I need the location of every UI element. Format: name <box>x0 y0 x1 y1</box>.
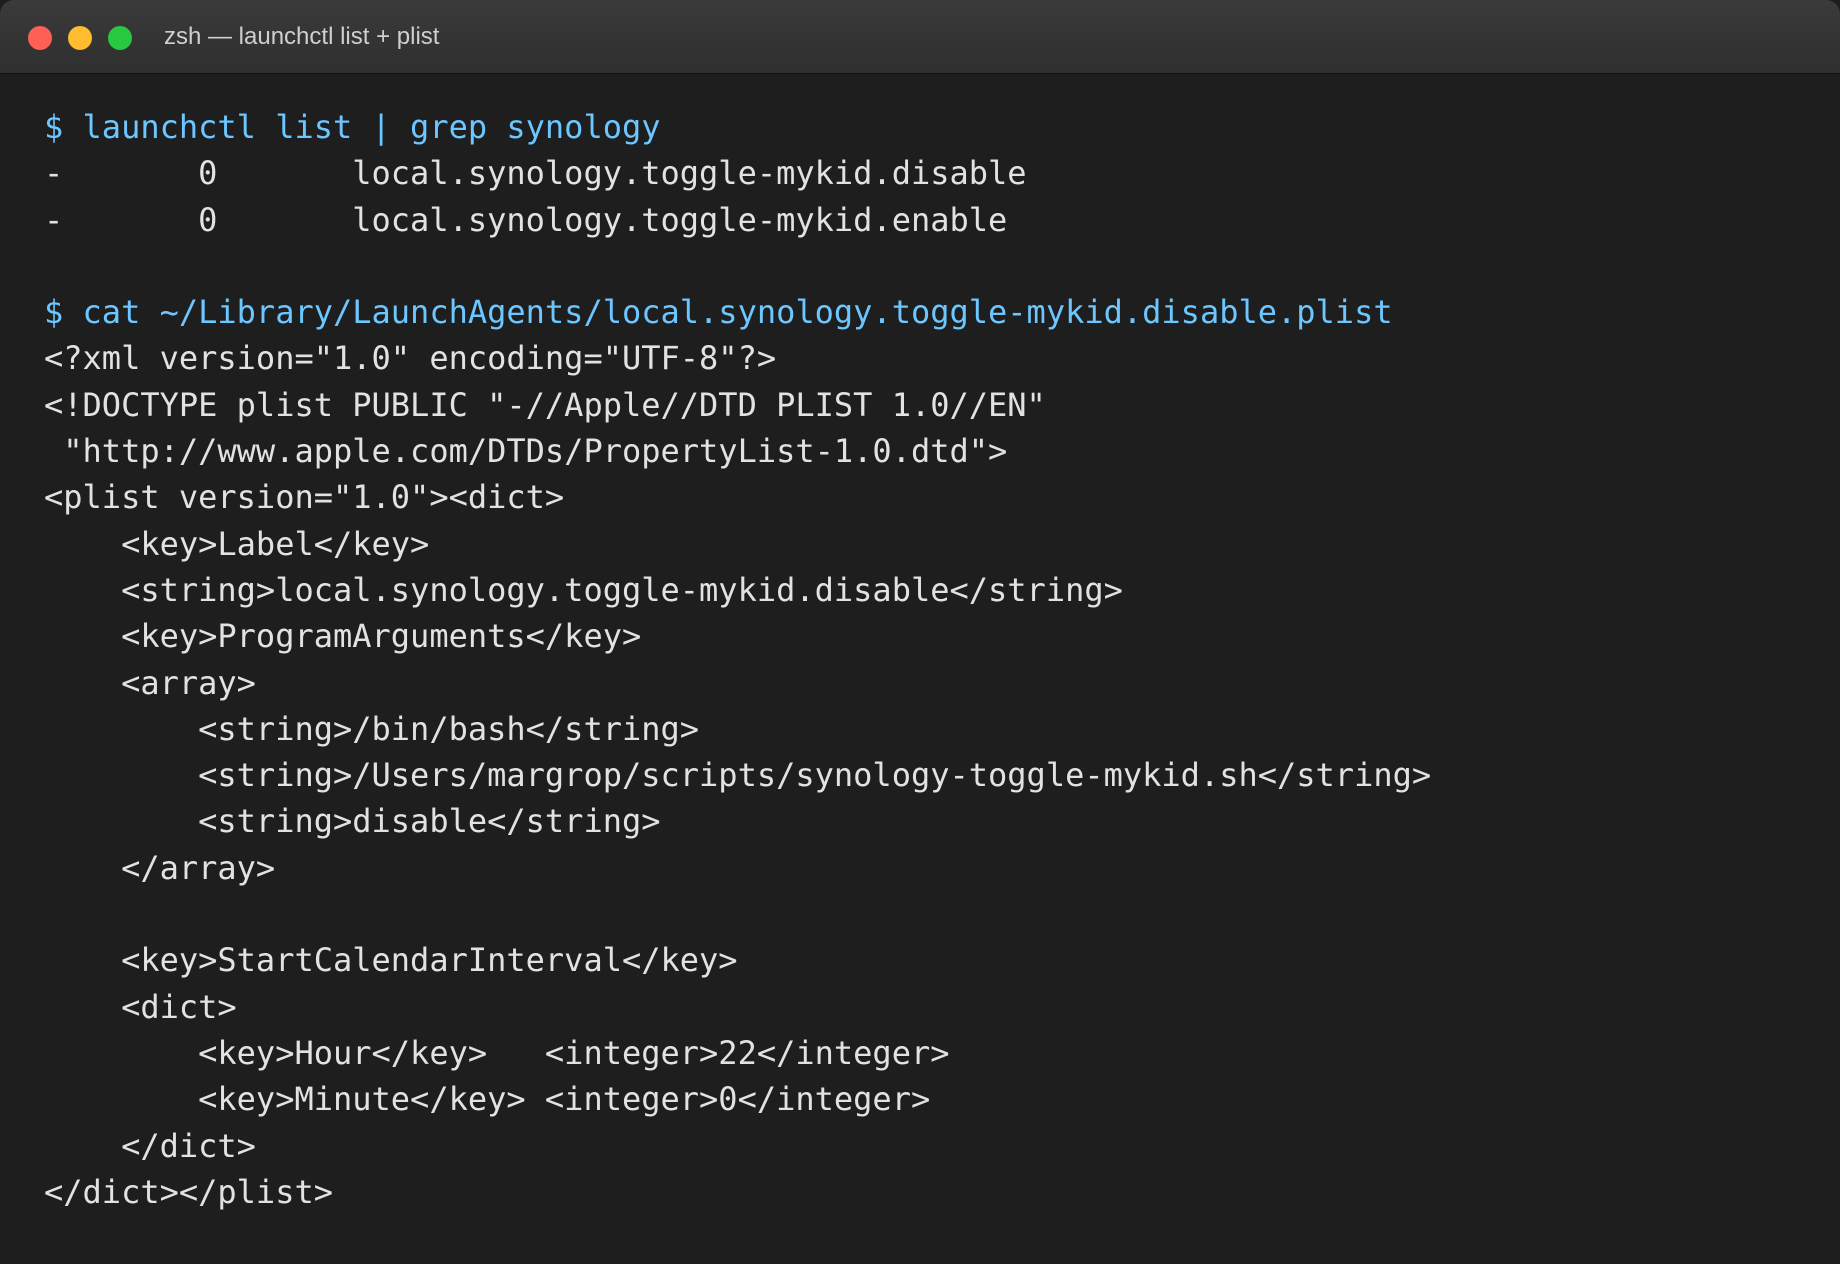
terminal-line: <dict> <box>44 987 237 1026</box>
command-line: $ cat ~/Library/LaunchAgents/local.synol… <box>44 293 1393 332</box>
terminal-line: <key>Hour</key> <integer>22</integer> <box>44 1033 950 1072</box>
terminal-line: <!DOCTYPE plist PUBLIC "-//Apple//DTD PL… <box>44 385 1046 424</box>
terminal-line: <key>StartCalendarInterval</key> <box>44 941 738 980</box>
terminal-line: <plist version="1.0"><dict> <box>44 478 565 517</box>
terminal-window: zsh — launchctl list + plist $ launchctl… <box>0 0 1840 1264</box>
terminal-line: <array> <box>44 663 256 702</box>
command-line: $ launchctl list | grep synology <box>44 108 661 146</box>
zoom-button[interactable] <box>108 26 132 50</box>
terminal-line: <string>disable</string> <box>44 802 661 841</box>
window-title: zsh — launchctl list + plist <box>164 23 440 50</box>
close-button[interactable] <box>28 26 52 50</box>
terminal-line: </array> <box>44 848 276 887</box>
terminal-line: </dict> <box>44 1126 256 1165</box>
terminal-line: <string>/bin/bash</string> <box>44 709 700 748</box>
terminal-line: <string>local.synology.toggle-mykid.disa… <box>44 570 1123 609</box>
terminal-line: <key>ProgramArguments</key> <box>44 617 642 656</box>
title-bar[interactable]: zsh — launchctl list + plist <box>0 0 1840 74</box>
terminal-output[interactable]: $ launchctl list | grep synology - 0 loc… <box>44 104 1824 1244</box>
terminal-line: - 0 local.synology.toggle-mykid.disable <box>44 154 1027 193</box>
terminal-line: <?xml version="1.0" encoding="UTF-8"?> <box>44 339 777 378</box>
terminal-line: <key>Label</key> <box>44 524 430 563</box>
terminal-line: <string>/Users/margrop/scripts/synology-… <box>44 756 1432 795</box>
minimize-button[interactable] <box>68 26 92 50</box>
terminal-line: <key>Minute</key> <integer>0</integer> <box>44 1080 931 1119</box>
terminal-line: - 0 local.synology.toggle-mykid.enable <box>44 200 1008 239</box>
terminal-line: </dict></plist> <box>44 1172 333 1211</box>
terminal-line: "http://www.apple.com/DTDs/PropertyList-… <box>44 432 1008 471</box>
